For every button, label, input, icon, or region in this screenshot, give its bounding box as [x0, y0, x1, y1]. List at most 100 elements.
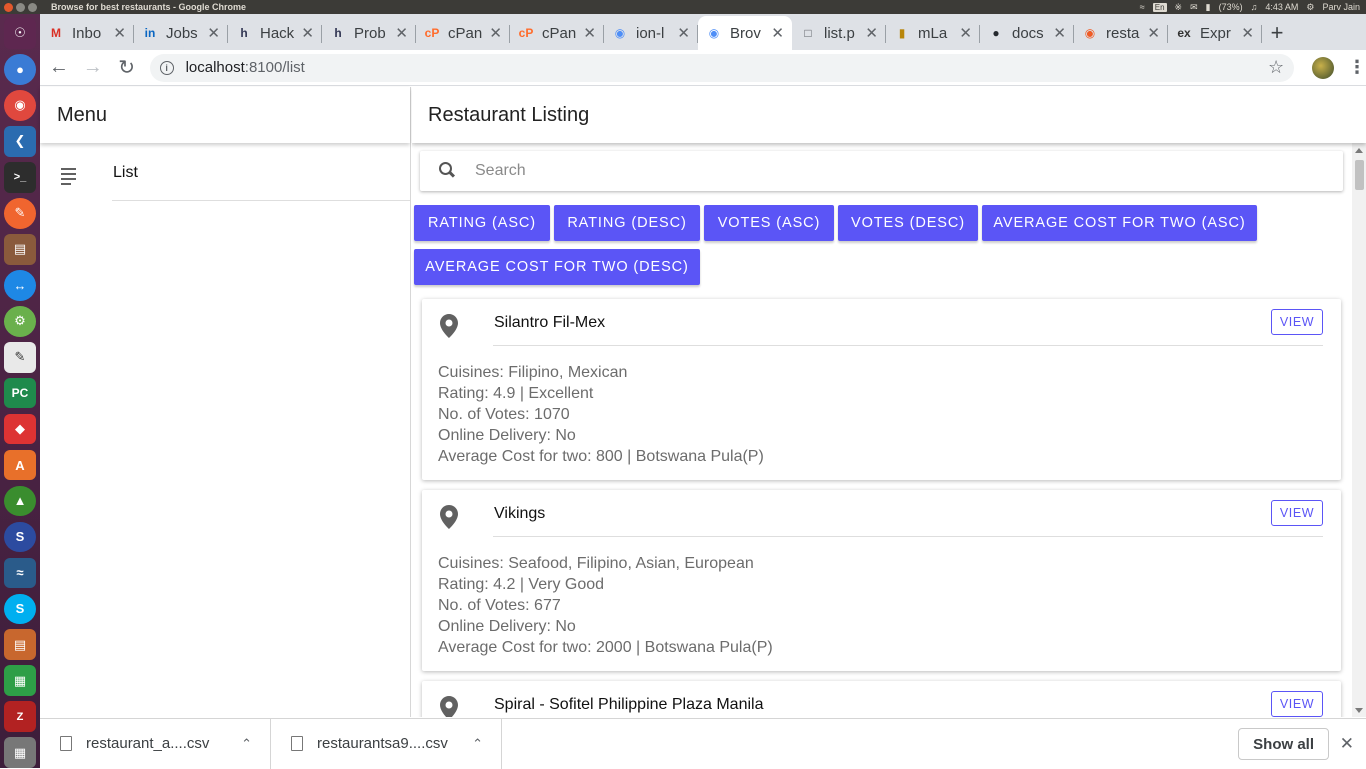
chevron-up-icon[interactable]: ⌃	[241, 736, 252, 752]
restaurant-name: Spiral - Sofitel Philippine Plaza Manila	[494, 696, 764, 713]
settings-icon[interactable]: ⚙	[1306, 2, 1314, 13]
view-button[interactable]: VIEW	[1271, 500, 1323, 526]
site-info-icon[interactable]: i	[159, 60, 174, 75]
disk-icon[interactable]: ▦	[4, 737, 36, 769]
vscode-icon[interactable]: ❮	[4, 125, 36, 157]
ionic-icon: ◉	[614, 26, 626, 40]
scroll-down-arrow-icon[interactable]	[1355, 708, 1363, 713]
tab-close-icon[interactable]: ✕	[959, 24, 972, 42]
restaurant-card: Silantro Fil-Mex VIEW Cuisines: Filipino…	[422, 299, 1341, 480]
tab-label: Expr	[1200, 24, 1231, 42]
tab-close-icon[interactable]: ✕	[1053, 24, 1066, 42]
window-maximize-button[interactable]	[28, 2, 37, 12]
postman-app-icon[interactable]: ✎	[4, 197, 36, 229]
clock[interactable]: 4:43 AM	[1265, 2, 1298, 12]
browser-tab[interactable]: ◉ resta ✕	[1074, 16, 1168, 50]
volume-icon[interactable]: ♫	[1251, 2, 1258, 12]
restaurant-details: Cuisines: Seafood, Filipino, Asian, Euro…	[438, 553, 773, 658]
ubuntu-dash-icon[interactable]: ☉	[4, 18, 36, 49]
android-studio-icon[interactable]: ⚙	[4, 305, 36, 337]
os-top-bar: Browse for best restaurants - Google Chr…	[0, 0, 1366, 14]
wifi-icon[interactable]: ≈	[1140, 2, 1145, 12]
browser-tab[interactable]: ● docs ✕	[980, 16, 1074, 50]
tab-close-icon[interactable]: ✕	[489, 24, 502, 42]
tab-active[interactable]: ◉ Brov ✕	[698, 16, 792, 50]
show-all-downloads-button[interactable]: Show all	[1238, 728, 1329, 760]
download-item[interactable]: restaurantsa9....csv ⌃	[271, 718, 502, 769]
view-button[interactable]: VIEW	[1271, 309, 1323, 335]
browser-tab[interactable]: ◉ ion-l ✕	[604, 16, 698, 50]
new-tab-button[interactable]: +	[1262, 16, 1292, 50]
close-downloads-bar-icon[interactable]: ✕	[1340, 734, 1354, 754]
sort-cost-desc-button[interactable]: AVERAGE COST FOR TWO (DESC)	[414, 249, 700, 285]
forward-button[interactable]: →	[78, 53, 108, 83]
chrome-icon[interactable]: ◉	[4, 89, 36, 121]
window-minimize-button[interactable]	[16, 2, 25, 12]
address-bar[interactable]: i localhost:8100/list ☆	[149, 53, 1295, 82]
list-icon	[61, 168, 76, 188]
stacer-icon[interactable]: S	[4, 521, 36, 553]
keyboard-language-indicator[interactable]: En	[1152, 2, 1167, 12]
calc-icon[interactable]: ▦	[4, 665, 36, 697]
profile-avatar[interactable]	[1312, 56, 1335, 79]
chevron-up-icon[interactable]: ⌃	[472, 736, 483, 752]
searchbar	[420, 151, 1343, 191]
tab-close-icon[interactable]: ✕	[1147, 24, 1160, 42]
rating: Rating: 4.2 | Very Good	[438, 576, 605, 593]
tab-close-icon[interactable]: ✕	[113, 24, 126, 42]
browser-tab[interactable]: in Jobs ✕	[134, 16, 228, 50]
browser-tab[interactable]: h Prob ✕	[322, 16, 416, 50]
browser-tab[interactable]: ▮ mLa ✕	[886, 16, 980, 50]
tab-close-icon[interactable]: ✕	[865, 24, 878, 42]
file-manager-icon[interactable]: ▤	[4, 233, 36, 265]
sort-rating-asc-button[interactable]: RATING (ASC)	[414, 205, 550, 241]
reload-button[interactable]: ↻	[112, 53, 142, 83]
user-name[interactable]: Parv Jain	[1322, 2, 1360, 12]
tab-close-icon[interactable]: ✕	[395, 24, 408, 42]
text-editor-icon[interactable]: ✎	[4, 341, 36, 373]
search-input[interactable]	[475, 162, 1275, 180]
chrome-menu-icon[interactable]: ⋮	[1348, 57, 1366, 78]
mail-icon[interactable]: ✉	[1190, 2, 1198, 13]
tab-close-icon[interactable]: ✕	[207, 24, 220, 42]
download-item[interactable]: restaurant_a....csv ⌃	[40, 718, 271, 769]
software-center-icon[interactable]: A	[4, 449, 36, 481]
git-icon[interactable]: ◆	[4, 413, 36, 445]
tab-close-icon[interactable]: ✕	[1241, 24, 1254, 42]
browser-tab[interactable]: ex Expr ✕	[1168, 16, 1262, 50]
system-tray: ≈ En ※ ✉ ▮ (73%) ♫ 4:43 AM ⚙ Parv Jain	[1140, 2, 1366, 13]
impress-icon[interactable]: ▤	[4, 629, 36, 661]
view-button[interactable]: VIEW	[1271, 691, 1323, 717]
skype-icon[interactable]: S	[4, 593, 36, 625]
sort-votes-desc-button[interactable]: VOTES (DESC)	[838, 205, 978, 241]
bluetooth-icon[interactable]: ※	[1175, 2, 1183, 13]
tab-close-icon[interactable]: ✕	[583, 24, 596, 42]
browser-tab[interactable]: h Hack ✕	[228, 16, 322, 50]
browser-tab[interactable]: □ list.p ✕	[792, 16, 886, 50]
tab-close-icon[interactable]: ✕	[771, 24, 784, 42]
bookmark-star-icon[interactable]: ☆	[1268, 57, 1284, 78]
content-scrollbar[interactable]	[1352, 143, 1366, 717]
filezilla-icon[interactable]: Z	[4, 701, 36, 733]
browser-tab[interactable]: cP cPan ✕	[416, 16, 510, 50]
browser-tab[interactable]: M Inbo ✕	[40, 16, 134, 50]
sort-votes-asc-button[interactable]: VOTES (ASC)	[704, 205, 834, 241]
hackerearth-icon: h	[240, 26, 248, 40]
tab-close-icon[interactable]: ✕	[301, 24, 314, 42]
sort-cost-asc-button[interactable]: AVERAGE COST FOR TWO (ASC)	[982, 205, 1257, 241]
mysql-workbench-icon[interactable]: ≈	[4, 557, 36, 589]
sort-rating-desc-button[interactable]: RATING (DESC)	[554, 205, 700, 241]
browser-tab[interactable]: cP cPan ✕	[510, 16, 604, 50]
tab-close-icon[interactable]: ✕	[677, 24, 690, 42]
pycharm-icon[interactable]: PC	[4, 377, 36, 409]
back-button[interactable]: ←	[44, 53, 74, 83]
android-icon[interactable]: ▲	[4, 485, 36, 517]
scroll-up-arrow-icon[interactable]	[1355, 148, 1363, 153]
menu-item-list[interactable]: List	[40, 145, 410, 201]
window-close-button[interactable]	[4, 2, 13, 12]
battery-icon[interactable]: ▮	[1206, 2, 1211, 13]
chromium-icon[interactable]: ●	[4, 53, 36, 85]
scrollbar-thumb[interactable]	[1355, 160, 1364, 190]
teamviewer-icon[interactable]: ↔	[4, 269, 36, 301]
terminal-icon[interactable]: >_	[4, 161, 36, 193]
